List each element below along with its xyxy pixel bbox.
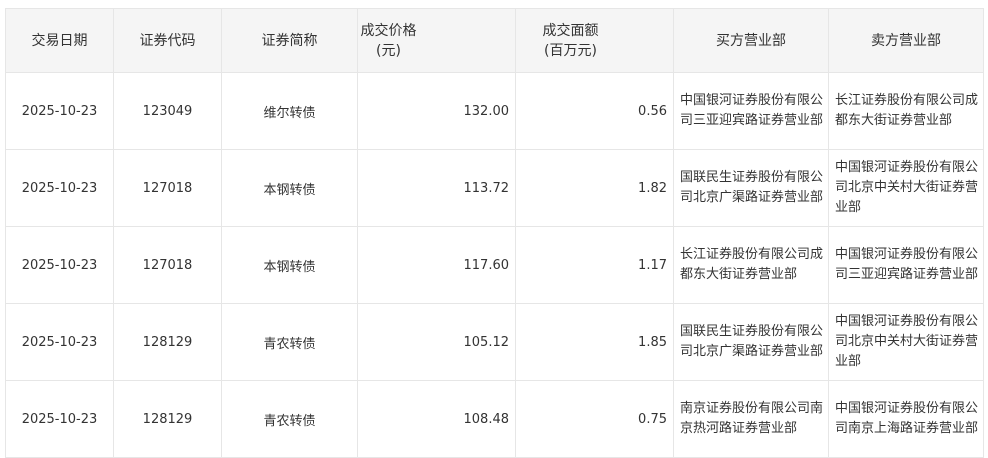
header-trade-date[interactable]: 交易日期 bbox=[5, 8, 114, 73]
table-row: 2025-10-23 128129 青农转债 105.12 1.85 国联民生证… bbox=[5, 303, 984, 381]
cell-security-code: 128129 bbox=[113, 380, 222, 458]
header-trade-price-label: 成交价格 (元) bbox=[358, 21, 467, 61]
cell-trade-price: 113.72 bbox=[357, 149, 516, 227]
header-trade-amount[interactable]: 成交面额 (百万元) bbox=[515, 8, 674, 73]
cell-seller-branch: 中国银河证券股份有限公司北京中关村大街证券营业部 bbox=[828, 149, 984, 227]
cell-seller-branch: 中国银河证券股份有限公司南京上海路证券营业部 bbox=[828, 380, 984, 458]
cell-security-name: 本钢转债 bbox=[221, 149, 358, 227]
cell-trade-amount: 1.82 bbox=[515, 149, 674, 227]
header-seller-branch[interactable]: 卖方营业部 bbox=[828, 8, 984, 73]
cell-trade-date: 2025-10-23 bbox=[5, 72, 114, 150]
table-row: 2025-10-23 127018 本钢转债 117.60 1.17 长江证券股… bbox=[5, 226, 984, 304]
cell-trade-amount: 1.85 bbox=[515, 303, 674, 381]
cell-security-name: 青农转债 bbox=[221, 380, 358, 458]
cell-buyer-branch: 长江证券股份有限公司成都东大街证券营业部 bbox=[673, 226, 829, 304]
cell-seller-branch: 中国银河证券股份有限公司北京中关村大街证券营业部 bbox=[828, 303, 984, 381]
cell-trade-amount: 1.17 bbox=[515, 226, 674, 304]
table-row: 2025-10-23 128129 青农转债 108.48 0.75 南京证券股… bbox=[5, 380, 984, 458]
cell-trade-amount: 0.75 bbox=[515, 380, 674, 458]
cell-trade-price: 117.60 bbox=[357, 226, 516, 304]
header-trade-price-unit: (元) bbox=[376, 42, 401, 59]
header-trade-price-line1: 成交价格 bbox=[360, 22, 417, 39]
header-trade-amount-label: 成交面额 (百万元) bbox=[516, 21, 649, 61]
header-trade-amount-line1: 成交面额 bbox=[542, 22, 599, 39]
cell-security-code: 127018 bbox=[113, 149, 222, 227]
table-row: 2025-10-23 123049 维尔转债 132.00 0.56 中国银河证… bbox=[5, 72, 984, 150]
cell-trade-price: 105.12 bbox=[357, 303, 516, 381]
table-row: 2025-10-23 127018 本钢转债 113.72 1.82 国联民生证… bbox=[5, 149, 984, 227]
cell-trade-amount: 0.56 bbox=[515, 72, 674, 150]
cell-security-name: 青农转债 bbox=[221, 303, 358, 381]
cell-trade-price: 132.00 bbox=[357, 72, 516, 150]
header-trade-amount-unit: (百万元) bbox=[544, 42, 597, 59]
cell-seller-branch: 中国银河证券股份有限公司三亚迎宾路证券营业部 bbox=[828, 226, 984, 304]
cell-security-code: 127018 bbox=[113, 226, 222, 304]
cell-security-name: 本钢转债 bbox=[221, 226, 358, 304]
cell-seller-branch: 长江证券股份有限公司成都东大街证券营业部 bbox=[828, 72, 984, 150]
cell-buyer-branch: 南京证券股份有限公司南京热河路证券营业部 bbox=[673, 380, 829, 458]
header-buyer-branch[interactable]: 买方营业部 bbox=[673, 8, 829, 73]
cell-security-name: 维尔转债 bbox=[221, 72, 358, 150]
cell-trade-date: 2025-10-23 bbox=[5, 149, 114, 227]
cell-trade-date: 2025-10-23 bbox=[5, 303, 114, 381]
cell-buyer-branch: 国联民生证券股份有限公司北京广渠路证券营业部 bbox=[673, 149, 829, 227]
cell-trade-date: 2025-10-23 bbox=[5, 380, 114, 458]
cell-trade-date: 2025-10-23 bbox=[5, 226, 114, 304]
cell-trade-price: 108.48 bbox=[357, 380, 516, 458]
cell-security-code: 128129 bbox=[113, 303, 222, 381]
header-security-code[interactable]: 证券代码 bbox=[113, 8, 222, 73]
block-trade-table: 交易日期 证券代码 证券简称 成交价格 (元) 成交面额 (百万元) 买方营业部… bbox=[5, 8, 984, 458]
cell-security-code: 123049 bbox=[113, 72, 222, 150]
cell-buyer-branch: 中国银河证券股份有限公司三亚迎宾路证券营业部 bbox=[673, 72, 829, 150]
cell-buyer-branch: 国联民生证券股份有限公司北京广渠路证券营业部 bbox=[673, 303, 829, 381]
table-header-row: 交易日期 证券代码 证券简称 成交价格 (元) 成交面额 (百万元) 买方营业部… bbox=[5, 8, 984, 73]
header-trade-price[interactable]: 成交价格 (元) bbox=[357, 8, 516, 73]
header-security-name[interactable]: 证券简称 bbox=[221, 8, 358, 73]
